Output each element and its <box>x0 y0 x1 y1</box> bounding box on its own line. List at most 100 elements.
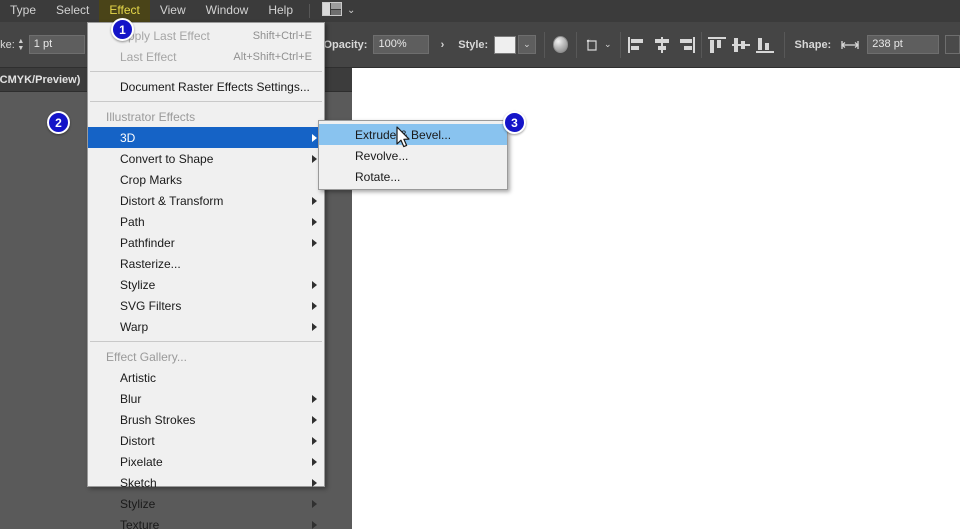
menu-item-label: Last Effect <box>120 49 177 64</box>
stroke-weight-input[interactable]: 1 pt <box>28 35 85 54</box>
menu-item-label: Blur <box>120 391 142 406</box>
menu-item-convert-to-shape[interactable]: Convert to Shape <box>88 148 324 169</box>
menubar-divider <box>309 4 311 18</box>
menu-separator <box>90 71 322 72</box>
submenu-arrow-icon <box>312 520 317 529</box>
menu-item-rasterize[interactable]: Rasterize... <box>88 253 324 274</box>
opacity-options-arrow-icon[interactable]: › <box>441 39 445 51</box>
menu-section-photoshop-effects: Effect Gallery... <box>88 346 324 367</box>
menu-item-stylize-photoshop[interactable]: Texture <box>88 514 324 529</box>
submenu-arrow-icon <box>312 499 317 508</box>
chevron-down-icon: ⌄ <box>347 5 356 16</box>
illustrator-window: Type Select Effect View Window Help ⌄ ok… <box>0 0 960 529</box>
menu-item-sketch[interactable]: Stylize <box>88 493 324 514</box>
menu-item-pixelate[interactable]: Sketch <box>88 472 324 493</box>
menu-item-label: Rasterize... <box>120 256 181 271</box>
menu-item-label: Pathfinder <box>120 235 175 250</box>
menu-item-warp[interactable]: Warp <box>88 316 324 337</box>
stroke-stepper[interactable]: ▲ ▼ <box>15 36 27 54</box>
style-swatch[interactable] <box>494 35 517 54</box>
mouse-pointer-icon <box>396 126 412 155</box>
menu-item-shortcut: Shift+Ctrl+E <box>252 29 312 42</box>
menu-item-distort[interactable]: Pixelate <box>88 451 324 472</box>
menu-item-3d[interactable]: 3D <box>88 127 324 148</box>
menu-item-distort-and-transform[interactable]: Distort & Transform <box>88 190 324 211</box>
menu-item-label: Distort & Transform <box>120 193 224 208</box>
step-badge-2: 2 <box>47 111 70 134</box>
document-tab-title[interactable]: (CMYK/Preview) <box>0 74 80 86</box>
submenu-item-extrude-and-bevel[interactable]: Extrude & Bevel... <box>319 124 507 145</box>
submenu-arrow-icon <box>312 238 317 247</box>
shape-label: Shape: <box>794 38 832 51</box>
menu-item-brush-strokes[interactable]: Distort <box>88 430 324 451</box>
submenu-arrow-icon <box>312 322 317 331</box>
submenu-item-revolve[interactable]: Revolve... <box>319 145 507 166</box>
menu-item-label: Path <box>120 214 145 229</box>
align-bottom-icon[interactable] <box>755 35 774 55</box>
align-top-icon[interactable] <box>707 35 726 55</box>
submenu-arrow-icon <box>312 196 317 205</box>
three-d-submenu: Extrude & Bevel... Revolve... Rotate... <box>318 120 508 190</box>
submenu-arrow-icon <box>312 280 317 289</box>
submenu-arrow-icon <box>312 478 317 487</box>
stepper-up-icon: ▲ <box>17 37 25 45</box>
align-vertical-center-icon[interactable] <box>731 35 750 55</box>
opacity-label: Opacity: <box>323 38 368 51</box>
menu-item-label: Stylize <box>120 277 156 292</box>
menu-item-svg-filters[interactable]: SVG Filters <box>88 295 324 316</box>
menu-item-effect-gallery[interactable]: Artistic <box>88 367 324 388</box>
menu-item-label: Artistic <box>120 370 156 385</box>
menu-item-shortcut: Alt+Shift+Ctrl+E <box>233 50 312 63</box>
stepper-down-icon: ▼ <box>17 44 25 52</box>
shape-height-input[interactable] <box>944 35 960 54</box>
submenu-arrow-icon <box>312 457 317 466</box>
menu-separator <box>90 101 322 102</box>
align-right-icon[interactable] <box>677 35 695 55</box>
menu-item-label: SVG Filters <box>120 298 182 313</box>
submenu-arrow-icon <box>312 415 317 424</box>
recolor-artwork-icon[interactable] <box>552 36 569 53</box>
menu-item-document-raster-effects-settings[interactable]: Document Raster Effects Settings... <box>88 76 324 97</box>
control-bar-divider <box>700 31 702 58</box>
menu-item-label: Pixelate <box>120 454 163 469</box>
chevron-down-icon[interactable]: ⌄ <box>604 39 612 50</box>
submenu-arrow-icon <box>312 394 317 403</box>
submenu-item-rotate[interactable]: Rotate... <box>319 166 507 187</box>
menu-item-label: Warp <box>120 319 149 334</box>
align-horizontal-center-icon[interactable] <box>653 35 671 55</box>
menu-item-pathfinder[interactable]: Pathfinder <box>88 232 324 253</box>
step-badge-1: 1 <box>111 18 134 41</box>
shape-width-input[interactable]: 238 pt <box>867 35 939 54</box>
menubar-item-select[interactable]: Select <box>46 0 99 22</box>
workspace-switcher-button[interactable]: ⌄ <box>318 1 359 21</box>
menu-item-last-effect[interactable]: Last Effect Alt+Shift+Ctrl+E <box>88 46 324 67</box>
menu-item-artistic[interactable]: Blur <box>88 388 324 409</box>
menu-item-crop-marks[interactable]: Crop Marks <box>88 169 324 190</box>
opacity-input[interactable]: 100% <box>373 35 429 54</box>
style-dropdown-button[interactable]: ⌄ <box>518 35 536 54</box>
submenu-arrow-icon <box>312 301 317 310</box>
menu-separator <box>90 341 322 342</box>
effect-dropdown-menu: Apply Last Effect Shift+Ctrl+E Last Effe… <box>87 22 325 529</box>
menubar-item-help[interactable]: Help <box>258 0 303 22</box>
submenu-arrow-icon <box>312 133 317 142</box>
chevron-down-icon: ⌄ <box>523 39 531 49</box>
menubar-item-type[interactable]: Type <box>0 0 46 22</box>
transform-shape-icon[interactable] <box>585 35 603 55</box>
step-badge-3: 3 <box>503 111 526 134</box>
control-bar-divider <box>543 31 545 58</box>
menu-item-label: Sketch <box>120 475 157 490</box>
menu-item-label: Crop Marks <box>120 172 183 187</box>
menu-item-blur[interactable]: Brush Strokes <box>88 409 324 430</box>
style-label: Style: <box>458 38 489 51</box>
align-left-icon[interactable] <box>628 35 646 55</box>
menu-item-label: Brush Strokes <box>120 412 196 427</box>
workspace-layout-icon <box>322 1 343 21</box>
submenu-item-label: Rotate... <box>355 169 401 184</box>
menu-item-path[interactable]: Path <box>88 211 324 232</box>
width-measure-icon <box>841 35 860 55</box>
menu-item-label: Stylize <box>120 496 156 511</box>
menubar-item-window[interactable]: Window <box>196 0 259 22</box>
menubar-item-view[interactable]: View <box>150 0 196 22</box>
menu-item-stylize-illustrator[interactable]: Stylize <box>88 274 324 295</box>
